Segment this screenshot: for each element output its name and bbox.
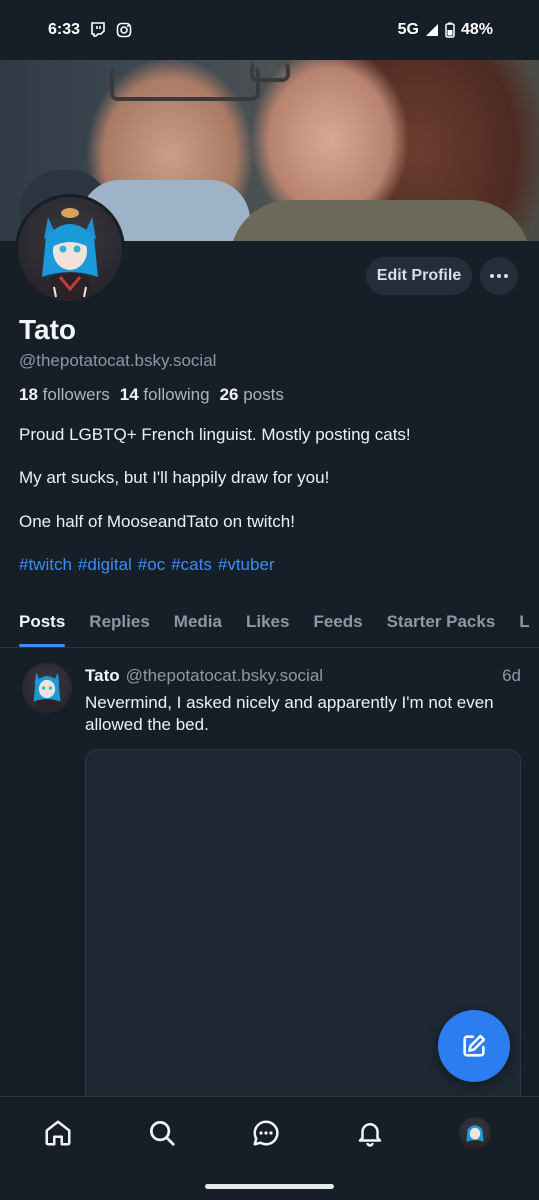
tab-posts[interactable]: Posts bbox=[19, 600, 66, 647]
banner-photo-detail bbox=[250, 60, 290, 82]
status-time: 6:33 bbox=[48, 21, 81, 38]
instagram-notification-icon bbox=[116, 22, 132, 38]
tab-replies[interactable]: Replies bbox=[89, 600, 149, 647]
nav-notifications-button[interactable] bbox=[352, 1115, 388, 1151]
tab-likes[interactable]: Likes bbox=[246, 600, 289, 647]
following-link[interactable]: 14 following bbox=[120, 385, 210, 405]
nav-chat-button[interactable] bbox=[248, 1115, 284, 1151]
compose-post-button[interactable] bbox=[438, 1010, 510, 1082]
profile-tabs: Posts Replies Media Likes Feeds Starter … bbox=[0, 600, 539, 648]
bio-line: Proud LGBTQ+ French linguist. Mostly pos… bbox=[19, 425, 411, 444]
hashtag-link[interactable]: #cats bbox=[171, 555, 212, 575]
battery-icon bbox=[445, 22, 455, 38]
post-author-name[interactable]: Tato bbox=[85, 666, 120, 686]
banner-photo-detail bbox=[230, 200, 530, 241]
network-label: 5G bbox=[397, 21, 419, 38]
followers-count: 18 bbox=[19, 385, 38, 404]
posts-count: 26 bbox=[219, 385, 239, 404]
nav-home-button[interactable] bbox=[40, 1115, 76, 1151]
hashtag-link[interactable]: #digital bbox=[78, 555, 132, 575]
tab-feeds[interactable]: Feeds bbox=[313, 600, 362, 647]
banner-photo-detail bbox=[110, 65, 260, 101]
bio-line: One half of MooseandTato on twitch! bbox=[19, 512, 295, 531]
post-author-handle[interactable]: @thepotatocat.bsky.social bbox=[126, 666, 323, 686]
more-dots-icon bbox=[497, 274, 501, 278]
hashtag-link[interactable]: #oc bbox=[138, 555, 165, 575]
nav-search-button[interactable] bbox=[144, 1115, 180, 1151]
display-name: Tato bbox=[19, 314, 77, 345]
avatar bbox=[459, 1117, 491, 1149]
more-options-button[interactable] bbox=[480, 257, 518, 295]
compose-icon bbox=[463, 1034, 486, 1057]
tab-starter-packs[interactable]: Starter Packs bbox=[387, 600, 496, 647]
bio-hashtags: #twitch #digital #oc #cats #vtuber bbox=[19, 555, 275, 575]
more-dots-icon bbox=[504, 274, 508, 278]
posts-stat: 26 posts bbox=[220, 385, 284, 405]
followers-label: followers bbox=[42, 385, 110, 404]
battery-percent: 48% bbox=[460, 21, 493, 38]
status-bar: 6:33 5G 48% bbox=[0, 0, 539, 60]
posts-label: posts bbox=[243, 385, 284, 404]
bell-icon bbox=[358, 1123, 382, 1147]
nav-profile-button[interactable] bbox=[457, 1115, 493, 1151]
hashtag-link[interactable]: #vtuber bbox=[218, 555, 275, 575]
bio-line: My art sucks, but I'll happily draw for … bbox=[19, 468, 330, 487]
following-label: following bbox=[143, 385, 210, 404]
twitch-notification-icon bbox=[90, 22, 106, 38]
gesture-navigation-bar[interactable] bbox=[205, 1184, 334, 1189]
profile-avatar[interactable] bbox=[15, 194, 125, 304]
more-dots-icon bbox=[490, 274, 494, 278]
post-header: Tato @thepotatocat.bsky.social 6d bbox=[85, 666, 521, 686]
hashtag-link[interactable]: #twitch bbox=[19, 555, 72, 575]
followers-link[interactable]: 18 followers bbox=[19, 385, 110, 405]
chat-icon bbox=[253, 1120, 279, 1146]
tab-lists[interactable]: L bbox=[519, 600, 529, 647]
profile-stats: 18 followers 14 following 26 posts bbox=[19, 385, 284, 405]
avatar-image bbox=[18, 197, 122, 301]
search-icon bbox=[150, 1121, 175, 1146]
following-count: 14 bbox=[119, 385, 139, 404]
post-text[interactable]: Nevermind, I asked nicely and apparently… bbox=[85, 692, 521, 736]
home-icon bbox=[45, 1120, 71, 1146]
edit-profile-button[interactable]: Edit Profile bbox=[366, 257, 472, 295]
profile-handle: @thepotatocat.bsky.social bbox=[19, 351, 217, 370]
post-author-avatar[interactable] bbox=[22, 663, 72, 713]
tab-media[interactable]: Media bbox=[174, 600, 222, 647]
post-timestamp[interactable]: 6d bbox=[502, 666, 521, 686]
signal-icon bbox=[425, 23, 439, 37]
